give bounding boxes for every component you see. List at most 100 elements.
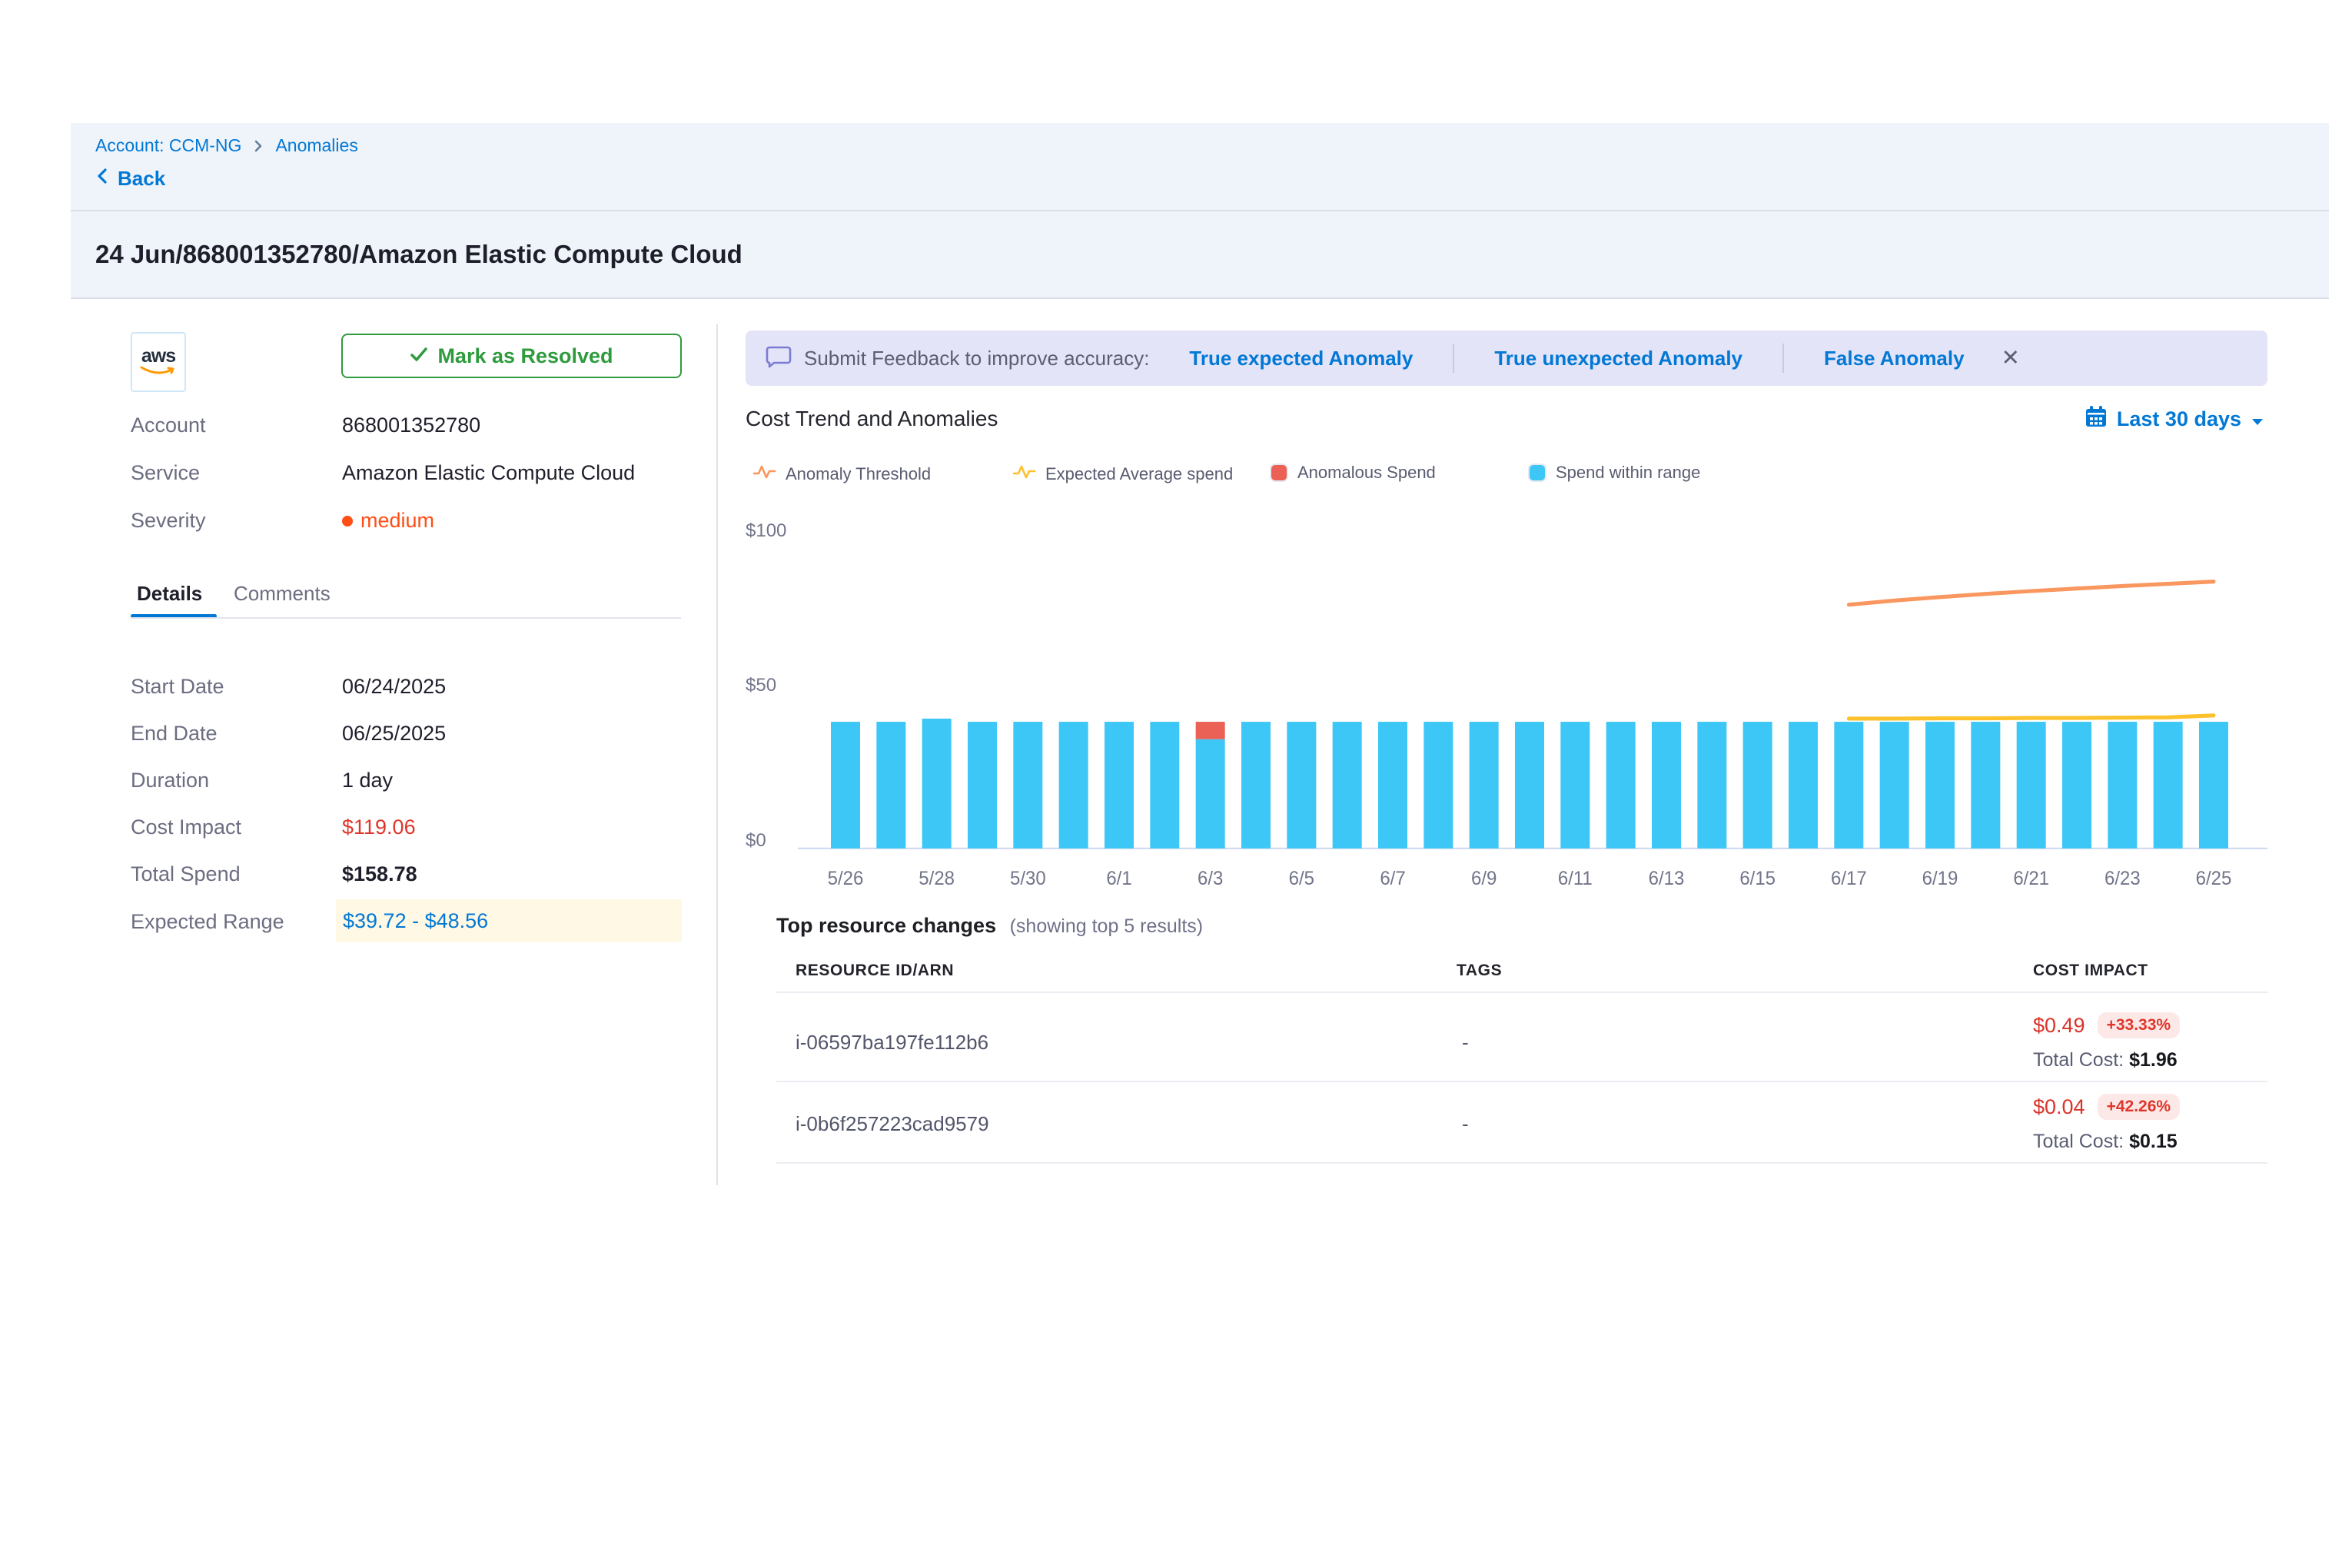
total-cost-cell: Total Cost: $0.15 [2033, 1131, 2178, 1153]
column-header-cost-impact: COST IMPACT [2033, 962, 2148, 980]
service-label: Service [131, 461, 200, 485]
total-spend-label: Total Spend [131, 862, 241, 886]
resource-table-subtitle: (showing top 5 results) [1010, 915, 1204, 937]
chevron-right-icon [252, 138, 264, 154]
tags-value: - [1462, 1112, 1469, 1136]
cost-impact-amount: $0.49 [2033, 1014, 2085, 1038]
calendar-icon [2085, 405, 2108, 434]
change-percent-badge: +42.26% [2098, 1094, 2181, 1120]
feedback-bar: Submit Feedback to improve accuracy: Tru… [746, 331, 2267, 386]
aws-smile-icon [138, 365, 178, 377]
cost-impact-label: Cost Impact [131, 816, 241, 839]
spend-within-range-swatch-icon [1528, 463, 1546, 482]
breadcrumb-anomalies-link[interactable]: Anomalies [275, 135, 357, 156]
legend-anomaly-threshold: Anomaly Threshold [753, 463, 931, 486]
divider [776, 1081, 2267, 1082]
svg-text:6/15: 6/15 [1739, 869, 1776, 889]
duration-value: 1 day [342, 769, 393, 792]
breadcrumb-account-link[interactable]: Account: CCM-NG [95, 135, 241, 156]
column-header-resource-id: RESOURCE ID/ARN [796, 962, 954, 980]
divider [1453, 344, 1454, 373]
y-axis-tick-50: $50 [746, 675, 795, 696]
legend-anomalous-spend: Anomalous Spend [1270, 463, 1436, 483]
divider [1782, 344, 1784, 373]
tab-comments[interactable]: Comments [234, 582, 331, 606]
total-spend-value: $158.78 [342, 862, 417, 886]
svg-text:6/17: 6/17 [1831, 869, 1867, 889]
end-date-label: End Date [131, 722, 218, 746]
legend-label: Spend within range [1556, 463, 1700, 483]
duration-label: Duration [131, 769, 209, 792]
close-icon[interactable]: ✕ [2002, 347, 2020, 370]
end-date-value: 06/25/2025 [342, 722, 446, 746]
main-content: aws Mark as Resolved Account 86800135278… [71, 299, 2329, 1568]
total-cost-value: $1.96 [2129, 1049, 2178, 1071]
chevron-left-icon [95, 167, 109, 191]
anomalous-spend-swatch-icon [1270, 463, 1288, 482]
aws-logo-text: aws [141, 347, 175, 365]
y-axis-tick-100: $100 [746, 520, 795, 542]
severity-label: Severity [131, 509, 206, 533]
page-title: 24 Jun/868001352780/Amazon Elastic Compu… [95, 240, 742, 269]
legend-expected-average: Expected Average spend [1013, 463, 1233, 486]
feedback-prompt: Submit Feedback to improve accuracy: [804, 347, 1149, 370]
cost-impact-cell: $0.04 +42.26% [2033, 1094, 2180, 1120]
chevron-down-icon [2251, 407, 2264, 431]
mark-as-resolved-button[interactable]: Mark as Resolved [341, 334, 682, 378]
start-date-value: 06/24/2025 [342, 675, 446, 699]
expected-range-value: $39.72 - $48.56 [336, 899, 682, 942]
title-band: 24 Jun/868001352780/Amazon Elastic Compu… [71, 211, 2329, 297]
change-percent-badge: +33.33% [2098, 1012, 2181, 1038]
anomaly-detail-page: Account: CCM-NG Anomalies Back 24 Jun/86… [71, 123, 2329, 1568]
account-value: 868001352780 [342, 414, 480, 437]
aws-logo: aws [131, 332, 186, 392]
svg-text:6/21: 6/21 [2013, 869, 2049, 889]
svg-text:6/7: 6/7 [1380, 869, 1405, 889]
service-value: Amazon Elastic Compute Cloud [342, 461, 635, 485]
date-range-selector[interactable]: Last 30 days [2085, 405, 2264, 434]
feedback-option-true-expected[interactable]: True expected Anomaly [1189, 347, 1413, 370]
resource-id-link[interactable]: i-06597ba197fe112b6 [796, 1031, 988, 1055]
total-cost-label: Total Cost: [2033, 1131, 2124, 1152]
total-cost-label: Total Cost: [2033, 1049, 2124, 1071]
date-range-label: Last 30 days [2117, 407, 2241, 431]
svg-text:6/1: 6/1 [1106, 869, 1131, 889]
resource-id-link[interactable]: i-0b6f257223cad9579 [796, 1112, 989, 1136]
svg-text:6/25: 6/25 [2196, 869, 2232, 889]
y-axis-tick-0: $0 [746, 830, 795, 852]
back-button[interactable]: Back [95, 167, 195, 191]
breadcrumb-band: Account: CCM-NG Anomalies Back [71, 123, 2329, 210]
severity-dot-icon [342, 516, 353, 527]
svg-text:6/5: 6/5 [1289, 869, 1314, 889]
total-cost-value: $0.15 [2129, 1131, 2178, 1152]
back-label: Back [118, 167, 165, 191]
start-date-label: Start Date [131, 675, 224, 699]
divider [776, 1162, 2267, 1164]
check-icon [410, 344, 428, 368]
feedback-option-true-unexpected[interactable]: True unexpected Anomaly [1494, 347, 1742, 370]
feedback-option-false-anomaly[interactable]: False Anomaly [1824, 347, 1965, 370]
svg-text:5/28: 5/28 [919, 869, 955, 889]
resource-table-title-text: Top resource changes [776, 914, 996, 937]
cost-impact-amount: $0.04 [2033, 1095, 2085, 1119]
panel-divider [716, 324, 718, 1185]
cost-trend-chart[interactable]: 5/265/285/306/16/36/56/76/96/116/136/156… [798, 532, 2267, 893]
svg-text:6/13: 6/13 [1649, 869, 1685, 889]
expected-average-line-icon [1013, 463, 1036, 486]
tab-details[interactable]: Details [137, 582, 202, 606]
anomaly-threshold-line-icon [753, 463, 776, 486]
total-cost-cell: Total Cost: $1.96 [2033, 1049, 2178, 1071]
svg-text:6/11: 6/11 [1558, 869, 1593, 889]
chart-title: Cost Trend and Anomalies [746, 407, 998, 431]
account-label: Account [131, 414, 206, 437]
svg-text:5/30: 5/30 [1010, 869, 1046, 889]
svg-text:6/9: 6/9 [1471, 869, 1497, 889]
tags-value: - [1462, 1031, 1469, 1055]
svg-text:5/26: 5/26 [828, 869, 864, 889]
cost-impact-value: $119.06 [342, 816, 416, 839]
resource-table-title: Top resource changes (showing top 5 resu… [776, 914, 1203, 938]
legend-label: Anomaly Threshold [786, 464, 931, 484]
cost-impact-cell: $0.49 +33.33% [2033, 1012, 2180, 1038]
resolve-button-label: Mark as Resolved [437, 344, 613, 368]
legend-spend-within-range: Spend within range [1528, 463, 1700, 483]
